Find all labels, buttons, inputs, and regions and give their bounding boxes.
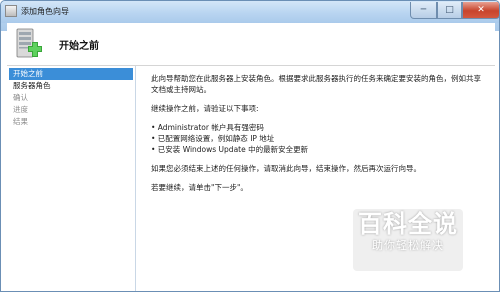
watermark-subtitle: 助你轻松解决 <box>372 239 444 252</box>
close-button[interactable]: ✕ <box>462 2 499 19</box>
maximize-button[interactable]: □ <box>437 2 462 19</box>
continue-note-text: 若要继续，请单击"下一步"。 <box>151 183 248 192</box>
title-bar[interactable]: 添加角色向导 ─ □ ✕ <box>1 1 499 23</box>
wizard-content: 此向导帮助您在此服务器上安装角色。根据要求此服务器执行的任务来确定要安装的角色，… <box>151 73 481 201</box>
nav-item-server-roles[interactable]: 服务器角色 <box>7 80 135 92</box>
nav-item-before-you-begin[interactable]: 开始之前 <box>9 68 133 80</box>
prerequisite-list: • Administrator 帐户具有强密码 • 已配置网络设置，例如静态 I… <box>151 122 481 155</box>
cancel-note-text: 如果您必须结束上述的任何操作，请取消此向导，结束操作，然后再次运行向导。 <box>151 164 421 173</box>
list-item: • 已配置网络设置，例如静态 IP 地址 <box>151 134 275 143</box>
nav-item-results: 结果 <box>13 117 28 126</box>
nav-item-confirmation: 确认 <box>13 93 28 102</box>
nav-item-progress: 进度 <box>13 105 28 114</box>
watermark-title: 百科全说 <box>358 210 458 238</box>
wizard-header: 开始之前 <box>7 23 495 66</box>
wizard-navigation: 开始之前 服务器角色 确认 进度 结果 <box>7 66 136 291</box>
server-add-icon <box>16 28 42 58</box>
window-title: 添加角色向导 <box>21 7 69 16</box>
intro-text: 此向导帮助您在此服务器上安装角色。根据要求此服务器执行的任务来确定要安装的角色，… <box>151 74 481 94</box>
watermark: 百科全说 助你轻松解决 <box>353 209 463 271</box>
add-roles-wizard-window: 添加角色向导 ─ □ ✕ 开始之前 开始之前 服务器角色 确认 进度 结果 此向… <box>0 0 500 292</box>
wizard-app-icon <box>5 5 17 17</box>
page-title: 开始之前 <box>59 41 99 52</box>
list-item: • Administrator 帐户具有强密码 <box>151 123 264 132</box>
list-item: • 已安装 Windows Update 中的最新安全更新 <box>151 145 309 154</box>
minimize-button[interactable]: ─ <box>410 2 437 19</box>
verify-intro-text: 继续操作之前，请验证以下事项: <box>151 104 259 113</box>
